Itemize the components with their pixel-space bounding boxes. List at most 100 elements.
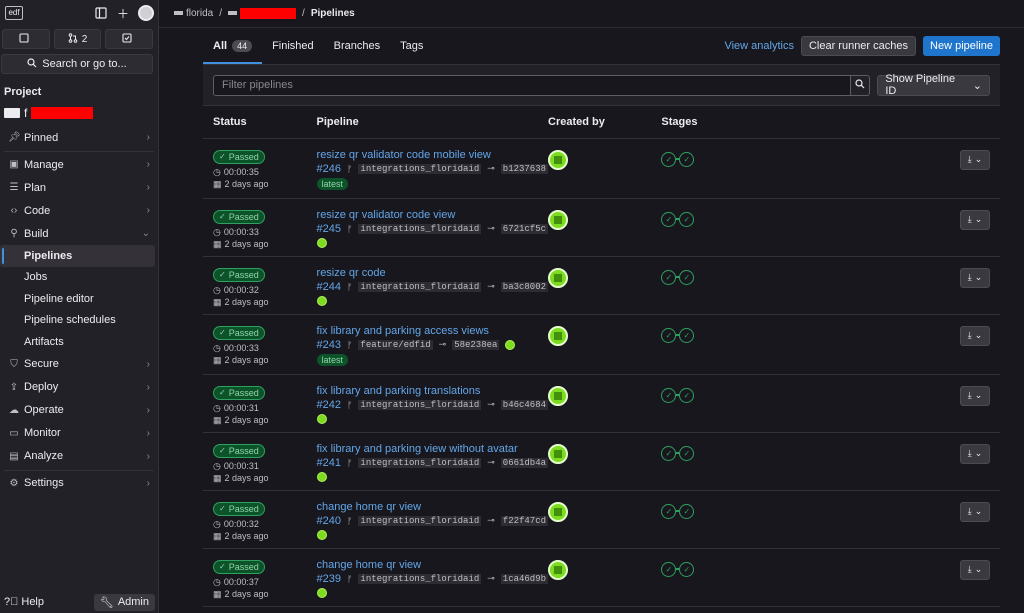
user-avatar[interactable]	[548, 149, 569, 170]
stage-passed-icon[interactable]: ✓	[661, 561, 677, 577]
branch-name-link[interactable]: feature/edfid	[358, 339, 433, 350]
pipeline-id-link[interactable]: #243	[317, 339, 341, 351]
breadcrumb-group[interactable]: florida	[174, 8, 213, 19]
commit-author-avatar[interactable]	[316, 295, 327, 306]
breadcrumb-current[interactable]: Pipelines	[311, 8, 355, 19]
tab-finished[interactable]: Finished	[262, 28, 324, 64]
user-avatar[interactable]	[548, 501, 569, 522]
download-artifacts-button[interactable]: ⤓ ⌄	[960, 501, 990, 522]
branch-name-link[interactable]: integrations_floridaid	[358, 515, 482, 526]
stage-passed-icon[interactable]: ✓	[661, 269, 677, 285]
nav-operate[interactable]: ☁ Operate ›	[0, 399, 158, 422]
status-badge[interactable]: ✓ Passed	[213, 443, 265, 458]
branch-name-link[interactable]: integrations_floridaid	[358, 457, 482, 468]
stage-passed-icon[interactable]: ✓	[679, 211, 695, 227]
tab-all[interactable]: All 44	[203, 28, 263, 64]
pipeline-id-link[interactable]: #246	[317, 163, 341, 175]
download-artifacts-button[interactable]: ⤓ ⌄	[960, 559, 990, 580]
branch-name-link[interactable]: integrations_floridaid	[358, 573, 482, 584]
commit-sha-link[interactable]: b1237638	[500, 163, 549, 174]
branch-name-link[interactable]: integrations_floridaid	[358, 223, 482, 234]
view-analytics-link[interactable]: View analytics	[724, 40, 794, 52]
plus-icon[interactable]: ＋	[116, 6, 130, 21]
help-link[interactable]: ?⃝ Help	[4, 596, 44, 608]
nav-artifacts[interactable]: Artifacts	[0, 331, 158, 353]
status-badge[interactable]: ✓ Passed	[213, 501, 265, 516]
todo-counter[interactable]	[105, 29, 154, 49]
commit-author-avatar[interactable]	[316, 413, 327, 424]
nav-analyze[interactable]: ▤ Analyze ›	[0, 445, 158, 468]
download-artifacts-button[interactable]: ⤓ ⌄	[960, 385, 990, 406]
commit-author-avatar[interactable]	[505, 339, 516, 350]
commit-sha-link[interactable]: b46c4684	[500, 399, 549, 410]
nav-secure[interactable]: ⛉ Secure ›	[0, 353, 158, 376]
status-badge[interactable]: ✓ Passed	[213, 385, 265, 400]
stage-passed-icon[interactable]: ✓	[679, 445, 695, 461]
download-artifacts-button[interactable]: ⤓ ⌄	[960, 209, 990, 230]
stage-passed-icon[interactable]: ✓	[679, 269, 695, 285]
commit-author-avatar[interactable]	[316, 587, 327, 598]
project-link[interactable]: f	[0, 102, 158, 124]
collapse-sidebar-icon[interactable]	[94, 6, 108, 20]
nav-code[interactable]: ‹› Code ›	[0, 199, 158, 222]
user-avatar[interactable]	[548, 385, 569, 406]
filter-pipelines-input[interactable]: Filter pipelines	[213, 74, 851, 96]
commit-sha-link[interactable]: 6721cf5c	[500, 223, 549, 234]
user-avatar[interactable]	[548, 325, 569, 346]
branch-name-link[interactable]: integrations_floridaid	[358, 281, 482, 292]
stage-passed-icon[interactable]: ✓	[661, 211, 677, 227]
commit-title-link[interactable]: change home qr view	[317, 559, 548, 571]
commit-title-link[interactable]: resize qr validator code mobile view	[317, 149, 548, 161]
stage-passed-icon[interactable]: ✓	[661, 387, 677, 403]
status-badge[interactable]: ✓ Passed	[213, 325, 265, 340]
status-badge[interactable]: ✓ Passed	[213, 149, 265, 164]
search-button[interactable]: Search or go to...	[1, 54, 153, 74]
commit-title-link[interactable]: fix library and parking view without ava…	[317, 443, 548, 455]
stage-passed-icon[interactable]: ✓	[679, 151, 695, 167]
commit-title-link[interactable]: change home qr view	[317, 501, 548, 513]
pipeline-id-link[interactable]: #239	[317, 573, 341, 585]
user-avatar[interactable]	[548, 559, 569, 580]
stage-passed-icon[interactable]: ✓	[679, 327, 695, 343]
commit-title-link[interactable]: resize qr code	[317, 267, 548, 279]
stage-passed-icon[interactable]: ✓	[679, 387, 695, 403]
new-pipeline-button[interactable]: New pipeline	[923, 36, 1000, 56]
nav-manage[interactable]: ▣ Manage ›	[0, 153, 158, 176]
app-logo[interactable]: edf	[5, 6, 23, 20]
status-badge[interactable]: ✓ Passed	[213, 209, 265, 224]
admin-button[interactable]: 🔧︎ Admin	[93, 593, 155, 611]
pipeline-id-link[interactable]: #241	[317, 457, 341, 469]
download-artifacts-button[interactable]: ⤓ ⌄	[960, 149, 990, 170]
nav-deploy[interactable]: ⇪ Deploy ›	[0, 376, 158, 399]
breadcrumb-project[interactable]	[228, 7, 297, 19]
status-badge[interactable]: ✓ Passed	[213, 267, 265, 282]
commit-author-avatar[interactable]	[316, 237, 327, 248]
stage-passed-icon[interactable]: ✓	[679, 503, 695, 519]
nav-build[interactable]: ⚲ Build ⌄	[0, 222, 158, 245]
nav-pipelines[interactable]: Pipelines	[0, 245, 155, 267]
stage-passed-icon[interactable]: ✓	[661, 445, 677, 461]
commit-sha-link[interactable]: 0661db4a	[500, 457, 549, 468]
filter-search-button[interactable]	[850, 74, 871, 96]
commit-sha-link[interactable]: ba3c8002	[500, 281, 549, 292]
stage-passed-icon[interactable]: ✓	[661, 327, 677, 343]
user-avatar[interactable]	[548, 443, 569, 464]
nav-monitor[interactable]: ▭ Monitor ›	[0, 422, 158, 445]
show-pipeline-id-dropdown[interactable]: Show Pipeline ID ⌄	[877, 73, 990, 97]
nav-jobs[interactable]: Jobs	[0, 267, 158, 289]
nav-pinned[interactable]: 📌︎ Pinned ›	[0, 126, 158, 149]
commit-author-avatar[interactable]	[316, 529, 327, 540]
tab-tags[interactable]: Tags	[390, 28, 433, 64]
commit-title-link[interactable]: fix library and parking translations	[317, 385, 548, 397]
download-artifacts-button[interactable]: ⤓ ⌄	[960, 267, 990, 288]
user-avatar[interactable]	[138, 5, 154, 21]
commit-sha-link[interactable]: 1ca46d9b	[500, 573, 549, 584]
nav-pipeline-editor[interactable]: Pipeline editor	[0, 288, 158, 310]
pipeline-id-link[interactable]: #245	[317, 223, 341, 235]
download-artifacts-button[interactable]: ⤓ ⌄	[960, 443, 990, 464]
commit-title-link[interactable]: resize qr validator code view	[317, 209, 548, 221]
nav-plan[interactable]: ☰ Plan ›	[0, 176, 158, 199]
stage-passed-icon[interactable]: ✓	[661, 151, 677, 167]
nav-settings[interactable]: ⚙ Settings ›	[0, 472, 158, 495]
pipeline-id-link[interactable]: #242	[317, 399, 341, 411]
